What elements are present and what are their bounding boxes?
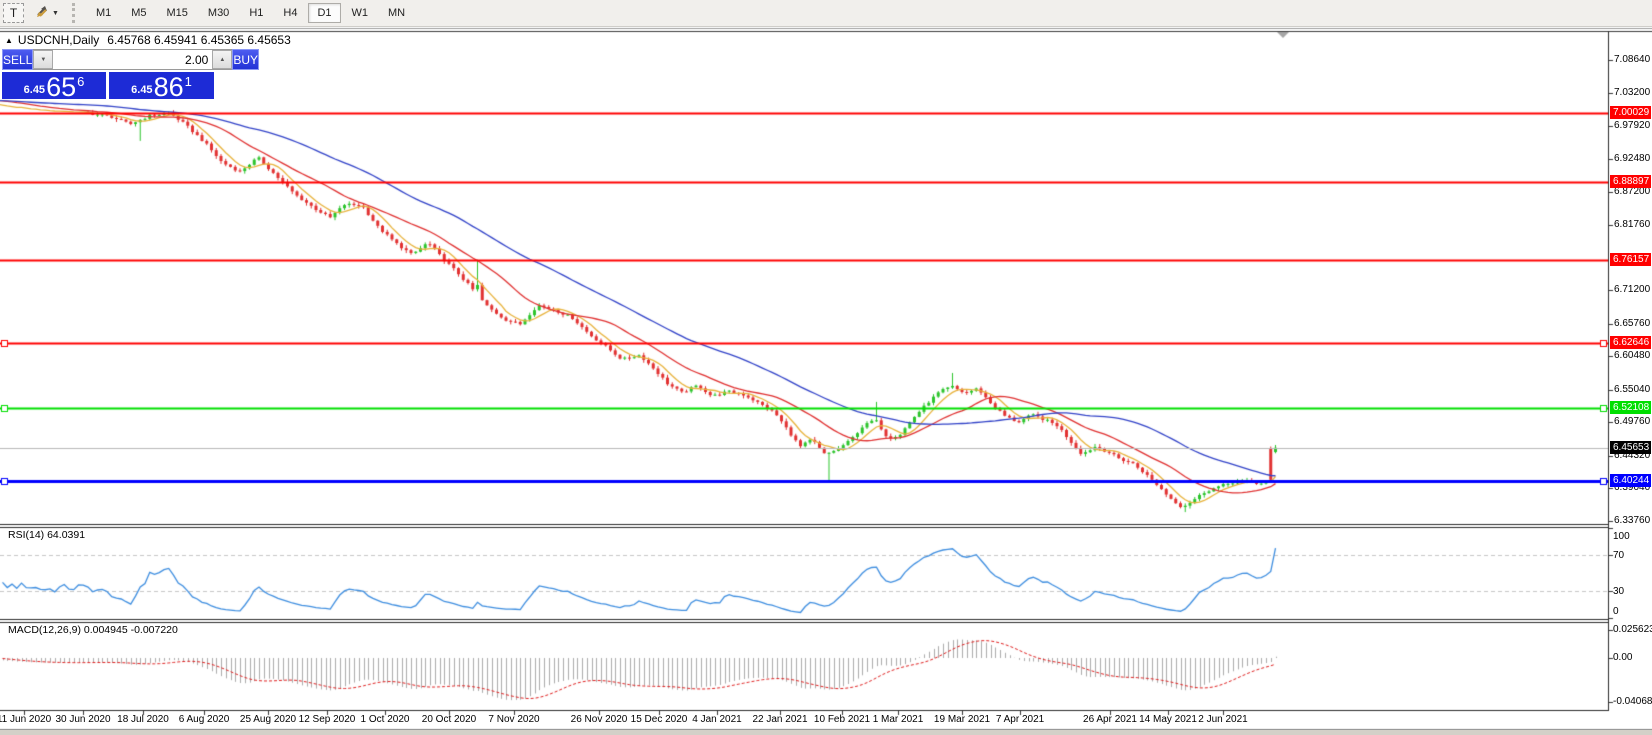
price-tick-label: 6.97920 xyxy=(1614,120,1650,131)
price-tick-label: 6.81760 xyxy=(1614,219,1650,230)
date-tick-label: 19 Mar 2021 xyxy=(934,714,990,725)
rsi-tick-label: 30 xyxy=(1613,586,1624,597)
rsi-pane[interactable] xyxy=(0,528,1608,618)
price-level-tag: 6.62646 xyxy=(1610,336,1651,349)
date-tick-label: 10 Feb 2021 xyxy=(814,714,870,725)
arrows-tool-button[interactable]: ▼ xyxy=(30,3,64,23)
timeframe-button-m1[interactable]: M1 xyxy=(87,3,120,23)
date-tick-label: 25 Aug 2020 xyxy=(240,714,296,725)
toolbar-separator xyxy=(72,3,79,23)
timeframe-button-d1[interactable]: D1 xyxy=(308,3,340,23)
timeframe-button-m30[interactable]: M30 xyxy=(199,3,238,23)
date-tick-label: 26 Nov 2020 xyxy=(571,714,628,725)
price-tick-label: 6.71200 xyxy=(1614,284,1650,295)
date-tick-label: 2 Jun 2021 xyxy=(1198,714,1248,725)
timeframe-button-h4[interactable]: H4 xyxy=(274,3,306,23)
main-chart-pane[interactable] xyxy=(0,32,1608,524)
price-level-tag: 7.00029 xyxy=(1610,106,1651,119)
timeframe-button-m5[interactable]: M5 xyxy=(122,3,155,23)
price-tick-label: 6.33760 xyxy=(1614,515,1650,526)
price-tick-label: 6.92480 xyxy=(1614,153,1650,164)
rsi-indicator-label: RSI(14) 64.0391 xyxy=(8,529,85,541)
price-tick-label: 7.08640 xyxy=(1614,54,1650,65)
trading-platform-window: T ▼ M1M5M15M30H1H4D1W1MN ▲ USDCNH,Daily … xyxy=(0,0,1652,735)
date-tick-label: 11 Jun 2020 xyxy=(0,714,51,725)
price-tick-label: 6.60480 xyxy=(1614,350,1650,361)
date-tick-label: 18 Jul 2020 xyxy=(117,714,169,725)
macd-tick-label: 0.00 xyxy=(1613,652,1632,663)
volume-control: ▼ ▲ xyxy=(33,49,232,70)
timeframe-buttons: M1M5M15M30H1H4D1W1MN xyxy=(87,3,416,23)
rsi-tick-label: 70 xyxy=(1613,550,1624,561)
macd-tick-label: -0.040687 xyxy=(1613,696,1652,707)
chart-header: ▲ USDCNH,Daily 6.45768 6.45941 6.45365 6… xyxy=(5,33,291,47)
date-tick-label: 1 Mar 2021 xyxy=(873,714,924,725)
date-tick-label: 20 Oct 2020 xyxy=(422,714,476,725)
one-click-trading-panel: SELL ▼ ▲ BUY 6.45 65 6 6.45 86 1 xyxy=(2,49,214,99)
date-tick-label: 7 Apr 2021 xyxy=(996,714,1044,725)
date-tick-label: 12 Sep 2020 xyxy=(299,714,356,725)
date-tick-label: 15 Dec 2020 xyxy=(631,714,688,725)
sell-price-pip-digit: 6 xyxy=(77,74,84,89)
volume-decrease-button[interactable]: ▼ xyxy=(33,50,53,69)
rsi-tick-label: 0 xyxy=(1613,606,1619,617)
price-level-tag: 6.52108 xyxy=(1610,401,1651,414)
price-tick-label: 6.65760 xyxy=(1614,318,1650,329)
buy-button[interactable]: BUY xyxy=(232,49,259,70)
date-tick-label: 7 Nov 2020 xyxy=(488,714,539,725)
sell-price-big-digits: 65 xyxy=(46,76,76,99)
collapse-arrow-icon: ▲ xyxy=(5,36,13,45)
dropdown-caret-icon: ▼ xyxy=(52,10,59,17)
date-tick-label: 1 Oct 2020 xyxy=(361,714,410,725)
rsi-tick-label: 100 xyxy=(1613,531,1630,542)
ohlc-quote-label: 6.45768 6.45941 6.45365 6.45653 xyxy=(107,33,291,47)
toolbar: T ▼ M1M5M15M30H1H4D1W1MN xyxy=(0,0,1652,27)
date-tick-label: 4 Jan 2021 xyxy=(692,714,742,725)
volume-input[interactable] xyxy=(53,50,212,69)
date-tick-label: 14 May 2021 xyxy=(1139,714,1197,725)
price-level-tag: 6.76157 xyxy=(1610,253,1651,266)
price-tick-label: 6.87200 xyxy=(1614,186,1650,197)
price-tick-label: 6.55040 xyxy=(1614,384,1650,395)
current-price-tag: 6.45653 xyxy=(1610,441,1651,454)
diagonal-arrows-icon xyxy=(35,5,49,21)
date-tick-label: 22 Jan 2021 xyxy=(752,714,807,725)
timeframe-button-w1[interactable]: W1 xyxy=(343,3,378,23)
price-level-tag: 6.40244 xyxy=(1610,474,1651,487)
timeframe-button-h1[interactable]: H1 xyxy=(240,3,272,23)
price-tick-label: 7.03200 xyxy=(1614,87,1650,98)
date-tick-label: 26 Apr 2021 xyxy=(1083,714,1137,725)
sell-price-display[interactable]: 6.45 65 6 xyxy=(2,72,106,99)
date-tick-label: 6 Aug 2020 xyxy=(179,714,230,725)
buy-price-prefix: 6.45 xyxy=(131,84,152,96)
window-bottom-edge xyxy=(0,730,1652,735)
sell-price-prefix: 6.45 xyxy=(24,84,45,96)
text-tool-button[interactable]: T xyxy=(3,3,24,23)
buy-price-display[interactable]: 6.45 86 1 xyxy=(109,72,214,99)
sell-button[interactable]: SELL xyxy=(2,49,33,70)
date-tick-label: 30 Jun 2020 xyxy=(55,714,110,725)
macd-tick-label: 0.025623 xyxy=(1613,624,1652,635)
buy-price-pip-digit: 1 xyxy=(185,74,192,89)
buy-price-big-digits: 86 xyxy=(154,76,184,99)
volume-increase-button[interactable]: ▲ xyxy=(212,50,232,69)
price-level-tag: 6.88897 xyxy=(1610,175,1651,188)
price-tick-label: 6.49760 xyxy=(1614,416,1650,427)
timeframe-button-mn[interactable]: MN xyxy=(379,3,414,23)
macd-indicator-label: MACD(12,26,9) 0.004945 -0.007220 xyxy=(8,624,178,636)
macd-pane[interactable] xyxy=(0,623,1608,709)
symbol-label: USDCNH,Daily xyxy=(18,33,99,47)
timeframe-button-m15[interactable]: M15 xyxy=(158,3,197,23)
